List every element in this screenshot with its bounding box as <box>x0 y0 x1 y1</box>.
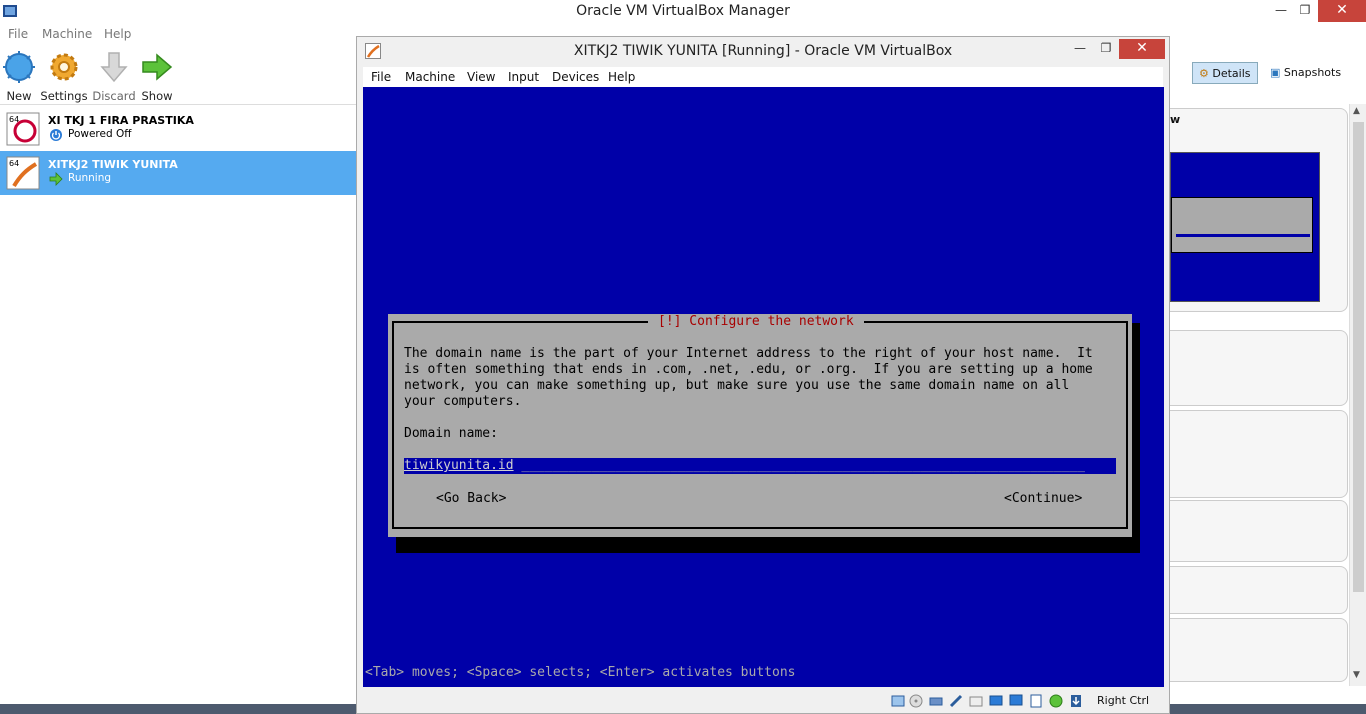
video-capture-icon[interactable] <box>1029 694 1043 708</box>
snapshots-tab-button[interactable]: ▣ Snapshots <box>1268 62 1341 84</box>
vm-console-window: XITKJ2 TIWIK YUNITA [Running] - Oracle V… <box>356 36 1170 714</box>
details-label: Details <box>1212 67 1251 80</box>
network-icon[interactable] <box>949 694 963 708</box>
shared-folders-icon[interactable] <box>989 694 1003 708</box>
running-arrow-icon <box>49 172 63 186</box>
vm-list-item[interactable]: 64 XI TKJ 1 FIRA PRASTIKA Powered Off <box>0 107 356 151</box>
continue-button[interactable]: <Continue> <box>1004 491 1082 506</box>
preview-input <box>1176 234 1310 237</box>
vm-name: XI TKJ 1 FIRA PRASTIKA <box>48 114 194 127</box>
vm-titlebar: XITKJ2 TIWIK YUNITA [Running] - Oracle V… <box>357 37 1169 65</box>
vm-list-item-selected[interactable]: 64 XITKJ2 TIWIK YUNITA Running <box>0 151 356 195</box>
display-icon[interactable] <box>1009 694 1023 708</box>
svg-text:64: 64 <box>9 115 19 124</box>
configure-network-dialog: [!] Configure the network The domain nam… <box>388 314 1132 537</box>
vm-window-title: XITKJ2 TIWIK YUNITA [Running] - Oracle V… <box>573 43 953 59</box>
mouse-integration-icon[interactable] <box>1069 694 1083 708</box>
new-label: New <box>6 89 32 103</box>
vm-menubar: File Machine View Input Devices Help <box>363 67 1163 87</box>
snapshots-label: Snapshots <box>1283 66 1342 79</box>
usb-icon[interactable] <box>969 694 983 708</box>
details-section <box>1170 618 1348 682</box>
show-button[interactable]: Show <box>132 50 182 103</box>
manager-titlebar: Oracle VM VirtualBox Manager — ❐ ✕ <box>0 0 1366 24</box>
menu-view[interactable]: View <box>467 70 495 84</box>
preview-header: w <box>1170 113 1181 126</box>
new-button[interactable]: New <box>0 50 44 103</box>
details-tab-button[interactable]: ⚙ Details <box>1192 62 1258 84</box>
details-section <box>1170 410 1348 498</box>
camera-icon: ▣ <box>1270 66 1281 79</box>
menu-input[interactable]: Input <box>508 70 539 84</box>
dialog-description: The domain name is the part of your Inte… <box>404 346 1093 409</box>
minimize-button[interactable]: — <box>1067 39 1093 59</box>
gear-icon: ⚙ <box>1199 67 1209 80</box>
arrow-right-icon <box>142 53 173 81</box>
hard-disk-icon[interactable] <box>891 694 905 708</box>
manager-title: Oracle VM VirtualBox Manager <box>576 3 790 19</box>
dialog-title: [!] Configure the network <box>648 314 864 330</box>
preview-dialog <box>1171 197 1313 253</box>
close-button[interactable]: ✕ <box>1318 0 1366 22</box>
details-section <box>1170 566 1348 614</box>
menu-help[interactable]: Help <box>104 27 131 41</box>
preview-thumbnail <box>1170 152 1320 302</box>
go-back-button[interactable]: <Go Back> <box>436 491 506 506</box>
manager-toolbar: New Settings Discard Show <box>0 46 356 103</box>
domain-name-input[interactable]: tiwikyunita.id _________________________… <box>404 458 1116 474</box>
domain-name-value: tiwikyunita.id <box>404 458 514 473</box>
details-toolbar: ⚙ Details ▣ Snapshots <box>1170 60 1366 86</box>
vm-state: Powered Off <box>68 128 132 140</box>
debian-os-icon: 64 <box>6 112 40 146</box>
new-icon <box>3 51 35 83</box>
scrollbar-thumb[interactable] <box>1353 122 1364 592</box>
details-section <box>1170 500 1348 562</box>
menu-machine[interactable]: Machine <box>42 27 92 41</box>
settings-button[interactable]: Settings <box>39 50 89 103</box>
maximize-button[interactable]: ❐ <box>1093 39 1119 59</box>
optical-drive-icon[interactable] <box>909 694 923 708</box>
settings-label: Settings <box>40 89 88 103</box>
vm-list: 64 XI TKJ 1 FIRA PRASTIKA Powered Off 64… <box>0 104 356 689</box>
scroll-up-icon[interactable]: ▲ <box>1353 106 1360 116</box>
menu-machine[interactable]: Machine <box>405 70 455 84</box>
vt-x-icon[interactable] <box>1049 694 1063 708</box>
vm-screen[interactable]: [!] Configure the network The domain nam… <box>363 87 1164 687</box>
power-off-icon <box>50 129 62 141</box>
vm-state: Running <box>68 172 112 184</box>
gear-icon <box>50 53 78 81</box>
maximize-button[interactable]: ❐ <box>1292 0 1318 22</box>
ubuntu-os-icon: 64 <box>6 156 40 190</box>
menu-devices[interactable]: Devices <box>552 70 599 84</box>
close-button[interactable]: ✕ <box>1119 39 1165 59</box>
show-label: Show <box>141 89 173 103</box>
details-section <box>1170 330 1348 406</box>
minimize-button[interactable]: — <box>1268 0 1294 22</box>
host-key-label: Right Ctrl <box>1097 694 1150 707</box>
keyboard-hint: <Tab> moves; <Space> selects; <Enter> ac… <box>365 665 796 680</box>
scroll-down-icon[interactable]: ▼ <box>1353 670 1360 680</box>
menu-file[interactable]: File <box>8 27 28 41</box>
arrow-down-icon <box>100 52 128 83</box>
vm-name: XITKJ2 TIWIK YUNITA <box>48 158 178 171</box>
details-scrollbar[interactable]: ▲ ▼ <box>1349 104 1366 686</box>
audio-icon[interactable] <box>929 694 943 708</box>
menu-help[interactable]: Help <box>608 70 635 84</box>
svg-text:64: 64 <box>9 159 19 168</box>
vm-statusbar: Right Ctrl <box>363 689 1164 713</box>
preview-panel: w <box>1170 108 1348 312</box>
menu-file[interactable]: File <box>371 70 391 84</box>
domain-name-label: Domain name: <box>404 426 498 441</box>
